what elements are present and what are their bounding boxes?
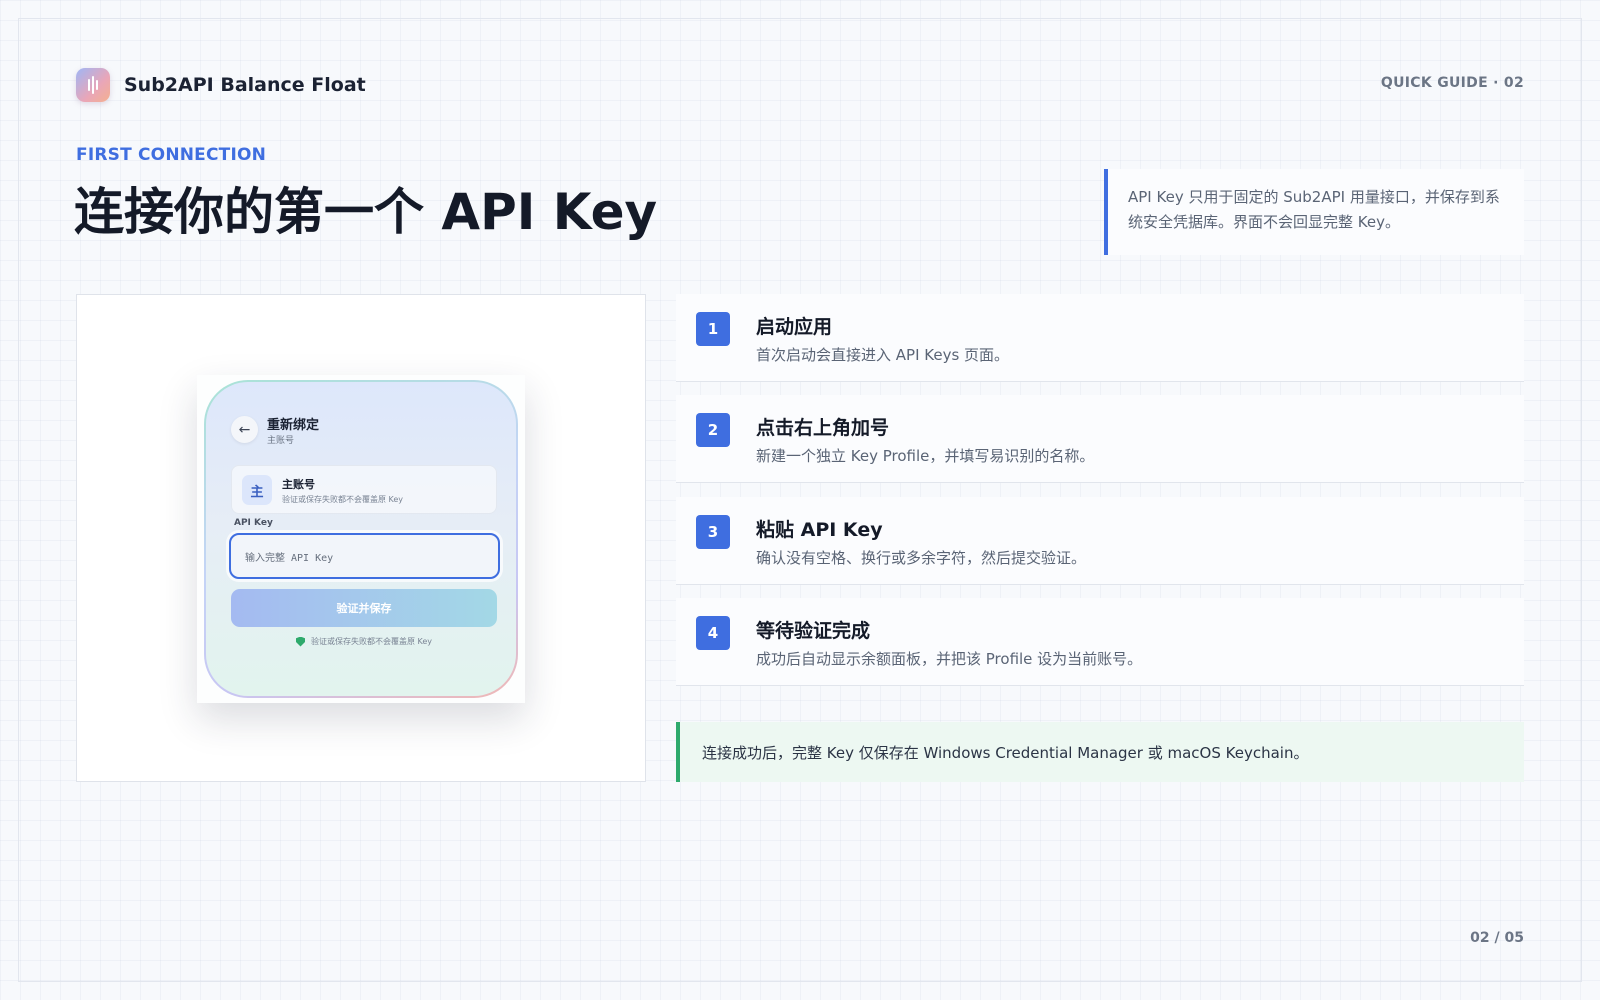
section-eyebrow: FIRST CONNECTION xyxy=(76,145,267,165)
step-desc: 确认没有空格、换行或多余字符，然后提交验证。 xyxy=(756,549,1087,567)
step-title: 粘贴 API Key xyxy=(756,519,883,541)
api-key-label: API Key xyxy=(234,518,273,528)
rebind-title: 重新绑定 xyxy=(267,418,320,433)
step-item: 3 粘贴 API Key 确认没有空格、换行或多余字符，然后提交验证。 xyxy=(676,497,1524,585)
page-number: 02 / 05 xyxy=(1470,930,1524,946)
step-number: 2 xyxy=(696,413,730,447)
account-name: 主账号 xyxy=(282,478,315,491)
step-number: 1 xyxy=(696,312,730,346)
guide-tag: QUICK GUIDE · 02 xyxy=(1380,75,1524,91)
page-title: 连接你的第一个 API Key xyxy=(74,183,658,241)
rebind-subtitle: 主账号 xyxy=(267,436,295,446)
account-card: 主 主账号 验证或保存失败都不会覆盖原 Key xyxy=(231,465,497,514)
rebind-card: ← 重新绑定 主账号 主 主账号 验证或保存失败都不会覆盖原 Key API K… xyxy=(204,380,518,698)
api-key-input[interactable]: 输入完整 API Key xyxy=(229,533,500,579)
save-hint-text: 验证或保存失败都不会覆盖原 Key xyxy=(311,637,433,646)
step-desc: 新建一个独立 Key Profile，并填写易识别的名称。 xyxy=(756,447,1095,465)
brand: Sub2API Balance Float xyxy=(76,68,366,102)
success-note: 连接成功后，完整 Key 仅保存在 Windows Credential Man… xyxy=(676,722,1524,782)
account-avatar: 主 xyxy=(242,475,272,505)
app-preview-panel: ← 重新绑定 主账号 主 主账号 验证或保存失败都不会覆盖原 Key API K… xyxy=(76,294,646,782)
step-item: 2 点击右上角加号 新建一个独立 Key Profile，并填写易识别的名称。 xyxy=(676,395,1524,483)
step-number: 4 xyxy=(696,616,730,650)
account-desc: 验证或保存失败都不会覆盖原 Key xyxy=(282,495,404,504)
step-number: 3 xyxy=(696,515,730,549)
step-item: 4 等待验证完成 成功后自动显示余额面板，并把该 Profile 设为当前账号。 xyxy=(676,598,1524,686)
brand-name: Sub2API Balance Float xyxy=(124,74,366,96)
arrow-left-icon[interactable]: ← xyxy=(231,416,258,443)
info-note: API Key 只用于固定的 Sub2API 用量接口，并保存到系统安全凭据库。… xyxy=(1104,169,1524,255)
step-title: 点击右上角加号 xyxy=(756,417,890,439)
shield-check-icon xyxy=(296,636,305,647)
app-screenshot: ← 重新绑定 主账号 主 主账号 验证或保存失败都不会覆盖原 Key API K… xyxy=(197,375,525,703)
step-desc: 成功后自动显示余额面板，并把该 Profile 设为当前账号。 xyxy=(756,650,1143,668)
step-title: 启动应用 xyxy=(756,316,833,338)
sound-bars-icon xyxy=(76,68,110,102)
step-title: 等待验证完成 xyxy=(756,620,871,642)
save-hint: 验证或保存失败都不会覆盖原 Key xyxy=(296,636,432,647)
step-desc: 首次启动会直接进入 API Keys 页面。 xyxy=(756,346,1010,364)
step-item: 1 启动应用 首次启动会直接进入 API Keys 页面。 xyxy=(676,294,1524,382)
verify-save-button[interactable]: 验证并保存 xyxy=(231,589,497,627)
